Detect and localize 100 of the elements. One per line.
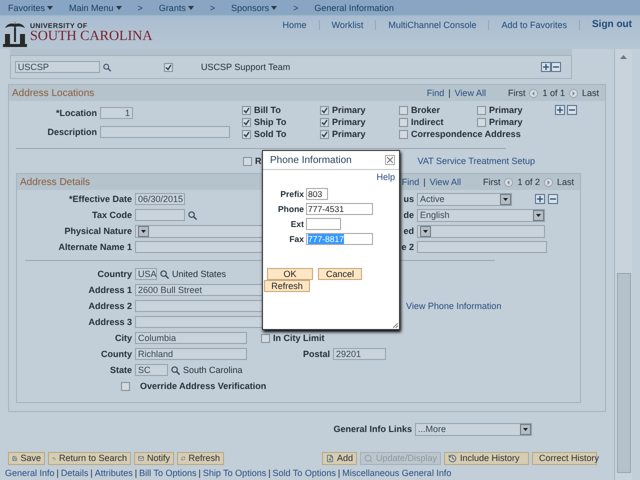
scroll-up-arrow-icon[interactable] — [620, 55, 627, 59]
help-link[interactable]: Help — [263, 170, 399, 182]
checkbox[interactable] — [399, 106, 408, 114]
resize-grip-icon — [393, 323, 398, 328]
toolbar-button[interactable]: Notify — [134, 452, 174, 464]
footer-link[interactable]: Miscellaneous General Info — [342, 468, 452, 478]
status-select[interactable]: Active — [417, 192, 512, 206]
checkbox[interactable] — [477, 118, 486, 126]
view-all-link[interactable]: View All — [430, 177, 461, 187]
city-field[interactable]: Columbia — [135, 332, 247, 344]
checkbox[interactable] — [164, 62, 173, 72]
checkbox[interactable] — [242, 118, 251, 126]
code-field[interactable]: USCSP — [14, 61, 100, 73]
checkbox[interactable] — [320, 130, 329, 138]
footer-link[interactable]: Details — [60, 468, 88, 478]
state-name: South Carolina — [183, 365, 243, 375]
select-field[interactable] — [417, 224, 545, 238]
postal-field[interactable]: 29201 — [333, 348, 386, 360]
nav-menu-item[interactable]: Grants — [158, 2, 194, 12]
view-phone-link[interactable]: View Phone Information — [406, 301, 502, 311]
search-icon[interactable] — [188, 210, 197, 220]
county-field[interactable]: Richland — [135, 348, 247, 360]
footer-link[interactable]: Bill To Options — [139, 468, 196, 478]
add-row-button[interactable] — [555, 105, 565, 115]
button-icon — [181, 454, 186, 462]
next-icon[interactable] — [544, 178, 553, 186]
close-icon — [387, 157, 393, 163]
add-row-button[interactable] — [535, 194, 545, 204]
language-select[interactable]: English — [417, 208, 545, 222]
toolbar-button[interactable]: Return to Search — [48, 452, 131, 464]
checkbox[interactable] — [243, 156, 252, 166]
nav-menu-item[interactable]: General Information — [314, 2, 394, 12]
button-icon — [326, 454, 334, 462]
field-label: Alternate Name 1 — [57, 242, 132, 252]
phone-field[interactable]: 777-4531 — [306, 202, 373, 214]
header-link[interactable]: Home — [270, 20, 320, 30]
field-label: Address 3 — [87, 317, 132, 327]
previous-icon[interactable] — [504, 178, 514, 186]
checkbox[interactable] — [261, 334, 270, 342]
checkbox[interactable] — [320, 118, 329, 126]
view-all-link[interactable]: View All — [454, 88, 486, 98]
footer-link[interactable]: General Info — [5, 468, 55, 478]
search-icon[interactable] — [160, 270, 169, 278]
alternate-name-field[interactable] — [417, 241, 547, 253]
delete-row-button[interactable] — [548, 194, 558, 204]
phone-field[interactable] — [306, 218, 341, 230]
footer-link[interactable]: Sold To Options — [272, 468, 336, 478]
description-field[interactable] — [100, 126, 230, 138]
toolbar-button[interactable]: Save — [8, 452, 45, 464]
country-field[interactable]: USA — [135, 268, 157, 280]
sign-out-link[interactable]: Sign out — [580, 19, 632, 30]
checkbox[interactable] — [477, 106, 486, 114]
tax-code-field[interactable] — [135, 209, 185, 221]
toolbar-button[interactable]: Include History — [444, 452, 529, 464]
next-icon[interactable] — [568, 88, 578, 98]
last-label: Last — [556, 177, 574, 187]
button-icon — [448, 454, 457, 462]
nav-menu-item[interactable]: Sponsors — [231, 2, 278, 12]
previous-icon[interactable] — [529, 88, 538, 98]
delete-row-button[interactable] — [567, 105, 577, 115]
button-icon — [364, 454, 373, 462]
divider-text: | — [338, 468, 340, 478]
cancel-button[interactable]: Cancel — [318, 268, 362, 280]
location-field[interactable]: 1 — [100, 106, 133, 118]
search-icon[interactable] — [171, 366, 180, 374]
caret-icon — [116, 6, 122, 10]
find-link[interactable]: Find — [402, 177, 420, 187]
checkbox-label: Primary — [489, 117, 523, 127]
header-link[interactable]: Add to Favorites — [489, 20, 580, 30]
checkbox[interactable] — [242, 130, 251, 138]
footer-link[interactable]: Attributes — [94, 468, 133, 478]
date-field[interactable]: 06/30/2015 — [135, 193, 185, 205]
checkbox-label: Primary — [489, 105, 523, 115]
footer-link[interactable]: Ship To Options — [202, 468, 266, 478]
find-link[interactable]: Find — [426, 88, 444, 98]
search-icon[interactable] — [102, 62, 111, 72]
scrollbar-thumb[interactable] — [616, 273, 630, 473]
delete-row-button[interactable] — [551, 62, 561, 72]
general-info-links-select[interactable]: ...More — [415, 422, 532, 436]
header-link[interactable]: MultiChannel Console — [376, 20, 490, 30]
refresh-button[interactable]: Refresh — [264, 280, 310, 292]
checkbox[interactable] — [320, 106, 329, 114]
divider-text: | — [268, 468, 271, 478]
nav-menu-item[interactable]: Favorites — [8, 2, 54, 12]
toolbar-button[interactable]: Correct History — [532, 452, 597, 464]
add-row-button[interactable] — [541, 62, 551, 72]
state-field[interactable]: SC — [135, 364, 168, 376]
header-link[interactable]: Worklist — [320, 20, 376, 30]
checkbox[interactable] — [399, 130, 408, 138]
toolbar-button[interactable]: Refresh — [177, 452, 224, 464]
nav-menu-item[interactable]: Main Menu — [69, 2, 122, 12]
checkbox[interactable] — [121, 382, 130, 390]
checkbox[interactable] — [399, 118, 408, 126]
vat-setup-link[interactable]: VAT Service Treatment Setup — [418, 156, 536, 166]
checkbox[interactable] — [242, 106, 251, 114]
close-button[interactable] — [385, 155, 395, 165]
ok-button[interactable]: OK — [267, 268, 313, 280]
phone-field[interactable]: 803 — [306, 188, 328, 200]
field-label: e 2 — [401, 242, 414, 252]
toolbar-button[interactable]: Add — [322, 452, 357, 464]
